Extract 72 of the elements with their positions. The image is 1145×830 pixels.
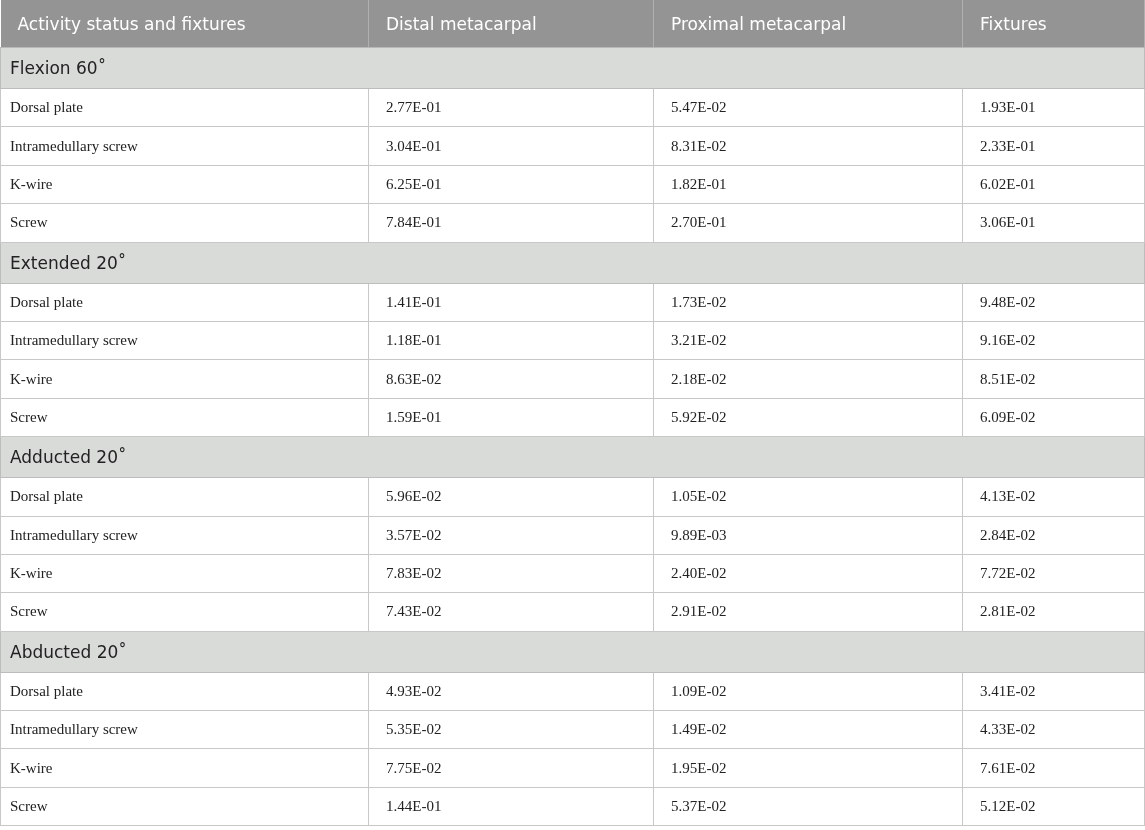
group-header-cell: Extended 20˚ xyxy=(0,242,1145,284)
table-cell: 7.75E-02 xyxy=(368,748,654,788)
table-cell: 6.25E-01 xyxy=(368,165,654,204)
table-cell: 2.18E-02 xyxy=(653,359,963,399)
table-cell: 5.96E-02 xyxy=(368,477,654,516)
table-cell: 5.12E-02 xyxy=(962,787,1145,826)
table-cell: Intramedullary screw xyxy=(0,321,369,360)
table-cell: 1.49E-02 xyxy=(653,710,963,749)
table-cell: 2.91E-02 xyxy=(653,592,963,632)
table-cell: 7.83E-02 xyxy=(368,554,654,593)
table-cell: 8.51E-02 xyxy=(962,359,1145,399)
table-cell: Screw xyxy=(0,592,369,632)
table-cell: 1.44E-01 xyxy=(368,787,654,826)
table-cell: Intramedullary screw xyxy=(0,710,369,749)
table-cell: 3.21E-02 xyxy=(653,321,963,360)
column-header: Proximal metacarpal xyxy=(653,0,963,48)
table-cell: K-wire xyxy=(0,748,369,788)
table-cell: Dorsal plate xyxy=(0,283,369,322)
table-cell: 4.33E-02 xyxy=(962,710,1145,749)
table-cell: K-wire xyxy=(0,359,369,399)
table-cell: Intramedullary screw xyxy=(0,126,369,166)
table-cell: 1.73E-02 xyxy=(653,283,963,322)
table-cell: 7.43E-02 xyxy=(368,592,654,632)
table-cell: 1.41E-01 xyxy=(368,283,654,322)
table-cell: 1.05E-02 xyxy=(653,477,963,516)
table-cell: 9.16E-02 xyxy=(962,321,1145,360)
column-header: Fixtures xyxy=(962,0,1145,48)
table-cell: 1.93E-01 xyxy=(962,88,1145,127)
table-cell: 3.41E-02 xyxy=(962,672,1145,711)
table-cell: Dorsal plate xyxy=(0,672,369,711)
table-cell: 7.84E-01 xyxy=(368,203,654,243)
table-cell: 4.13E-02 xyxy=(962,477,1145,516)
table-cell: Screw xyxy=(0,398,369,437)
table-cell: 1.95E-02 xyxy=(653,748,963,788)
table-cell: 2.77E-01 xyxy=(368,88,654,127)
table-cell: 9.48E-02 xyxy=(962,283,1145,322)
table-cell: Screw xyxy=(0,787,369,826)
table-cell: 7.72E-02 xyxy=(962,554,1145,593)
table-cell: 7.61E-02 xyxy=(962,748,1145,788)
table-cell: 5.35E-02 xyxy=(368,710,654,749)
column-header: Activity status and fixtures xyxy=(0,0,369,48)
table-cell: 1.82E-01 xyxy=(653,165,963,204)
table-cell: K-wire xyxy=(0,165,369,204)
table-cell: 6.09E-02 xyxy=(962,398,1145,437)
table-cell: 2.70E-01 xyxy=(653,203,963,243)
table-cell: 6.02E-01 xyxy=(962,165,1145,204)
table-cell: 9.89E-03 xyxy=(653,516,963,555)
table-cell: Dorsal plate xyxy=(0,88,369,127)
table-cell: 3.04E-01 xyxy=(368,126,654,166)
table-cell: 8.63E-02 xyxy=(368,359,654,399)
table-cell: Intramedullary screw xyxy=(0,516,369,555)
table-cell: 3.57E-02 xyxy=(368,516,654,555)
table-cell: 2.40E-02 xyxy=(653,554,963,593)
table-cell: 1.18E-01 xyxy=(368,321,654,360)
group-header-cell: Abducted 20˚ xyxy=(0,631,1145,673)
table-cell: 2.81E-02 xyxy=(962,592,1145,632)
group-header-cell: Adducted 20˚ xyxy=(0,436,1145,478)
table-cell: Dorsal plate xyxy=(0,477,369,516)
table-cell: 4.93E-02 xyxy=(368,672,654,711)
table-cell: 5.47E-02 xyxy=(653,88,963,127)
table-cell: 2.33E-01 xyxy=(962,126,1145,166)
table-cell: 5.92E-02 xyxy=(653,398,963,437)
table-cell: Screw xyxy=(0,203,369,243)
group-header-cell: Flexion 60˚ xyxy=(0,47,1145,89)
table-cell: 3.06E-01 xyxy=(962,203,1145,243)
table-cell: K-wire xyxy=(0,554,369,593)
table-cell: 1.59E-01 xyxy=(368,398,654,437)
column-header: Distal metacarpal xyxy=(368,0,654,48)
table-cell: 2.84E-02 xyxy=(962,516,1145,555)
table-cell: 8.31E-02 xyxy=(653,126,963,166)
table-cell: 5.37E-02 xyxy=(653,787,963,826)
table-cell: 1.09E-02 xyxy=(653,672,963,711)
